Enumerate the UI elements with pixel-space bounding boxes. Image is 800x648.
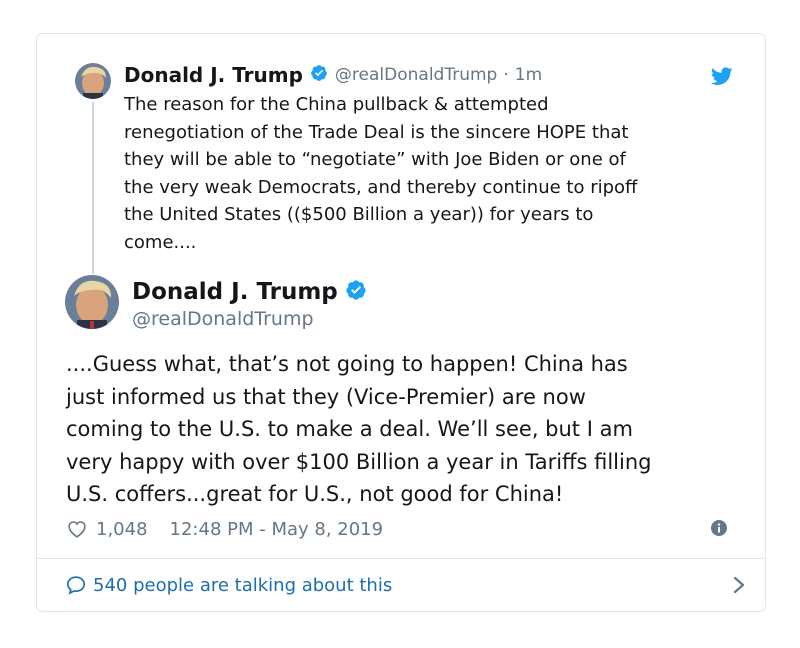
parent-header: Donald J. Trump @realDonaldTrump · 1m [124, 62, 542, 88]
parent-timestamp[interactable]: 1m [515, 65, 542, 85]
author-name[interactable]: Donald J. Trump [132, 279, 338, 305]
thread-connector-line [92, 102, 94, 274]
author-handle[interactable]: @realDonaldTrump [132, 308, 367, 330]
parent-tweet-text: The reason for the China pullback & atte… [124, 94, 638, 253]
verified-badge-icon [310, 64, 328, 86]
tweet-timestamp[interactable]: 12:48 PM - May 8, 2019 [170, 519, 384, 540]
parent-author-name[interactable]: Donald J. Trump [124, 63, 303, 87]
author-header: Donald J. Trump @realDonaldTrump [132, 277, 367, 330]
conversation-link[interactable]: 540 people are talking about this [65, 570, 745, 600]
chevron-right-icon [733, 576, 745, 594]
parent-author-handle[interactable]: @realDonaldTrump [335, 65, 497, 85]
talking-count-label: 540 people are talking about this [93, 574, 393, 596]
dot-separator: · [503, 65, 509, 85]
twitter-bird-icon[interactable] [710, 67, 733, 86]
verified-badge-icon [345, 279, 367, 305]
like-count[interactable]: 1,048 [96, 519, 148, 540]
tweet-text: ....Guess what, that’s not going to happ… [66, 352, 652, 506]
heart-icon[interactable] [66, 518, 88, 540]
author-avatar[interactable] [65, 275, 119, 329]
footer-divider [37, 558, 765, 559]
embedded-tweet-card: Donald J. Trump @realDonaldTrump · 1m Th… [36, 33, 766, 612]
tweet-meta: 1,048 12:48 PM - May 8, 2019 [66, 516, 383, 542]
speech-bubble-icon [65, 574, 87, 596]
parent-avatar[interactable] [75, 63, 111, 99]
info-icon[interactable] [711, 520, 727, 536]
